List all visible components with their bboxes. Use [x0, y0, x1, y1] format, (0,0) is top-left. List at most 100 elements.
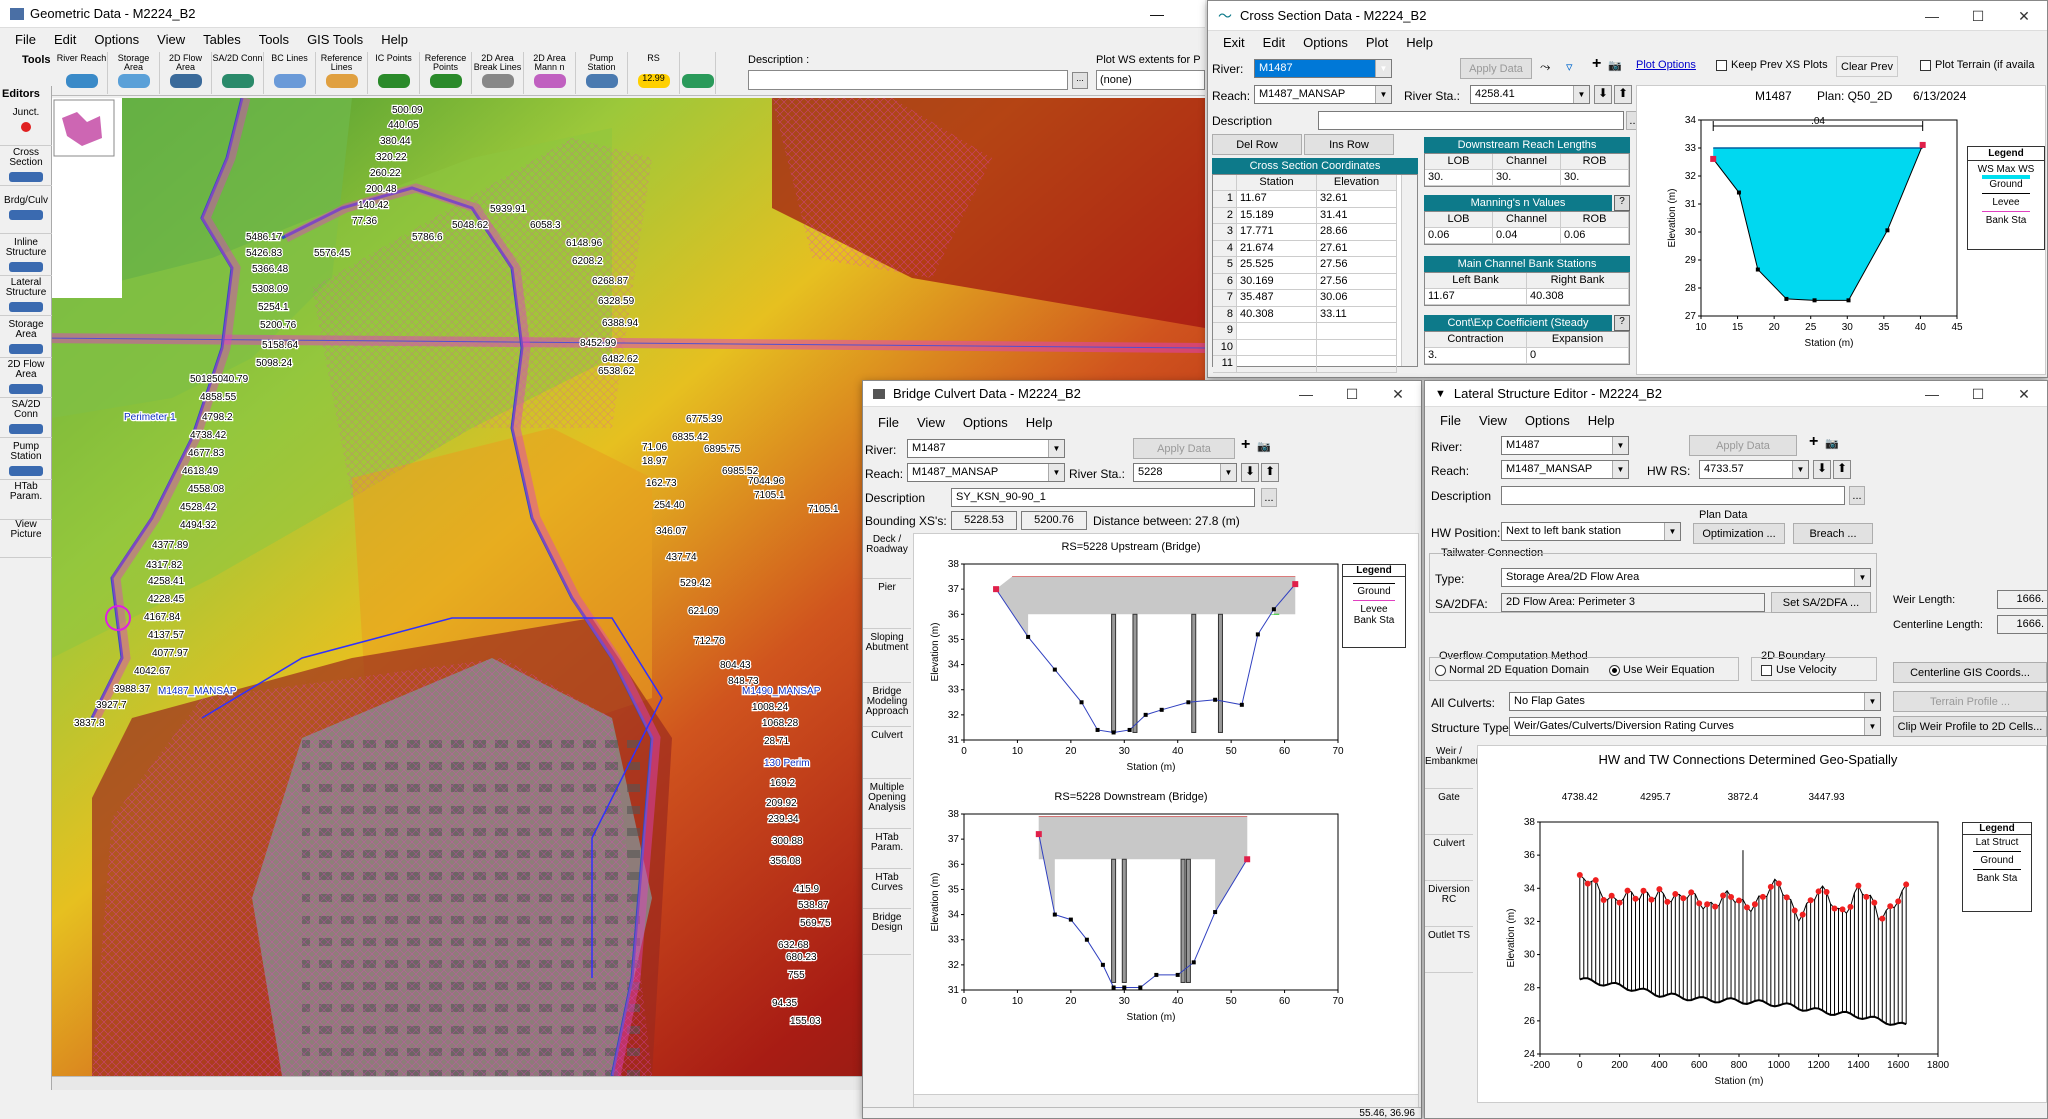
toolbar-btn-sa-2d-conn[interactable]: SA/2D Conn	[212, 52, 264, 94]
editor-junct[interactable]: Junct.	[0, 106, 52, 146]
elevation-cell[interactable]	[1317, 356, 1397, 373]
coords-vscroll[interactable]	[1401, 175, 1417, 366]
elevation-cell[interactable]: 28.66	[1317, 224, 1397, 241]
bridge-desc-input[interactable]: SY_KSN_90-90_1	[951, 488, 1255, 507]
toolbar-btn-reference-points[interactable]: Reference Points	[420, 52, 472, 94]
lat-desc-more-button[interactable]: ...	[1849, 486, 1865, 505]
station-cell[interactable]	[1237, 323, 1317, 340]
toolbar-btn-2d-area-mann-n-regions[interactable]: 2D Area Mann n Regions	[524, 52, 576, 94]
toolbar-btn-ic-points[interactable]: IC Points	[368, 52, 420, 94]
bridge-tool-bridge-design[interactable]: Bridge Design	[863, 911, 911, 955]
ds-lob-value[interactable]: 30.	[1425, 170, 1493, 186]
bridge-desc-more-button[interactable]: ...	[1261, 488, 1277, 507]
bridge-river-select[interactable]: M1487 ▼	[907, 439, 1065, 458]
editor-sa-2d-conn[interactable]: SA/2D Conn	[0, 398, 52, 438]
toolbar-btn-reference-lines[interactable]: Reference Lines	[316, 52, 368, 94]
close-icon[interactable]: ✕	[1375, 381, 1421, 407]
xs-menu-plot[interactable]: Plot	[1357, 35, 1397, 50]
plot-options-link[interactable]: Plot Options	[1636, 59, 1696, 71]
editor-2d-flow-area[interactable]: 2D Flow Area	[0, 358, 52, 398]
lat-tool-weir-embankment[interactable]: Weir / Embankment	[1425, 745, 1484, 789]
clear-prev-button[interactable]: Clear Prev	[1836, 56, 1898, 77]
toolbar-btn-river-reach[interactable]: River Reach	[56, 52, 108, 94]
menu-tools[interactable]: Tools	[250, 32, 298, 47]
toolbar-btn-storage-area[interactable]: Storage Area	[108, 52, 160, 94]
bridge-camera-icon[interactable]: 📷	[1257, 440, 1271, 453]
xs-up-arrow-icon[interactable]: ⬆	[1614, 85, 1632, 104]
bridge-reach-select[interactable]: M1487_MANSAP ▼	[907, 463, 1065, 482]
bridge-menu-help[interactable]: Help	[1017, 415, 1062, 430]
mann-table[interactable]: LOB Channel ROB 0.06 0.04 0.06	[1424, 211, 1630, 245]
plot-terrain-checkbox[interactable]: Plot Terrain (if availa	[1920, 59, 2034, 71]
xs-tool-icon-2[interactable]: ▿	[1566, 59, 1586, 77]
xs-down-arrow-icon[interactable]: ⬇	[1594, 85, 1612, 104]
station-cell[interactable]	[1237, 356, 1317, 373]
lat-down-arrow-icon[interactable]: ⬇	[1813, 460, 1831, 479]
bridge-add-icon[interactable]: +	[1241, 436, 1250, 454]
elevation-cell[interactable]: 27.61	[1317, 240, 1397, 257]
editor-lateral-structure[interactable]: Lateral Structure	[0, 276, 52, 316]
bridge-tool-bridge-modeling-approach[interactable]: Bridge Modeling Approach	[863, 685, 911, 727]
lat-menu-view[interactable]: View	[1470, 413, 1516, 428]
lat-tool-gate[interactable]: Gate	[1425, 791, 1473, 835]
centerline-gis-button[interactable]: Centerline GIS Coords...	[1893, 662, 2047, 683]
bridge-plot-hscroll[interactable]	[914, 1094, 1418, 1108]
xs-camera-icon[interactable]: 📷	[1608, 59, 1622, 72]
elevation-cell[interactable]: 27.56	[1317, 257, 1397, 274]
lat-apply-button[interactable]: Apply Data	[1689, 435, 1797, 456]
mann-channel-value[interactable]: 0.04	[1493, 228, 1561, 244]
xs-add-icon[interactable]: +	[1592, 55, 1601, 73]
coords-table[interactable]: Station Elevation 1 11.67 32.61 2 15.189 31.4…	[1212, 174, 1418, 373]
editor-view-picture[interactable]: View Picture	[0, 518, 52, 558]
toolbar-btn-2d-area-break-lines[interactable]: 2D Area Break Lines	[472, 52, 524, 94]
menu-tables[interactable]: Tables	[194, 32, 250, 47]
plot-terrain-check[interactable]	[1920, 59, 1931, 71]
lat-river-select[interactable]: M1487 ▼	[1501, 436, 1629, 455]
minimize-icon[interactable]: —	[1909, 381, 1955, 407]
use-weir-radio[interactable]: Use Weir Equation	[1609, 664, 1715, 676]
lat-menu-options[interactable]: Options	[1516, 413, 1579, 428]
menu-file[interactable]: File	[6, 32, 45, 47]
mann-rob-value[interactable]: 0.06	[1561, 228, 1629, 244]
lat-camera-icon[interactable]: 📷	[1825, 437, 1839, 450]
station-cell[interactable]: 30.169	[1237, 273, 1317, 290]
optimization-button[interactable]: Optimization ...	[1693, 523, 1785, 544]
bridge-tool-multiple-opening-analysis[interactable]: Multiple Opening Analysis	[863, 781, 911, 829]
minimize-icon[interactable]: —	[1283, 381, 1329, 407]
bridge-tool-pier[interactable]: Pier	[863, 581, 911, 629]
editor-pump-station[interactable]: Pump Station	[0, 440, 52, 480]
tw-type-select[interactable]: Storage Area/2D Flow Area ▼	[1501, 568, 1871, 587]
toolbar-btn-pump-station[interactable]: Pump Station	[576, 52, 628, 94]
bank-table[interactable]: Left Bank Right Bank 11.67 40.308	[1424, 272, 1630, 306]
description-input[interactable]	[748, 70, 1068, 90]
elevation-cell[interactable]: 30.06	[1317, 290, 1397, 307]
keep-prev-checkbox[interactable]: Keep Prev XS Plots	[1716, 59, 1828, 71]
bridge-menu-options[interactable]: Options	[954, 415, 1017, 430]
bridge-tool-sloping-abutment[interactable]: Sloping Abutment	[863, 631, 911, 683]
use-weir-radio-dot[interactable]	[1609, 664, 1620, 676]
xs-river-select[interactable]: M1487 ▼	[1254, 59, 1392, 78]
all-culverts-select[interactable]: No Flap Gates ▼	[1509, 692, 1881, 711]
use-velocity-check[interactable]	[1761, 664, 1772, 676]
lat-up-arrow-icon[interactable]: ⬆	[1833, 460, 1851, 479]
normal-2d-radio[interactable]: Normal 2D Equation Domain	[1435, 664, 1589, 676]
station-cell[interactable]: 15.189	[1237, 207, 1317, 224]
xs-desc-input[interactable]	[1318, 111, 1624, 130]
lat-tool-diversion-rc[interactable]: Diversion RC	[1425, 883, 1473, 927]
menu-gis-tools[interactable]: GIS Tools	[298, 32, 372, 47]
hw-rs-select[interactable]: 4733.57 ▼	[1699, 460, 1809, 479]
xs-river-sta-select[interactable]: 4258.41 ▼	[1470, 85, 1590, 104]
lat-tool-outlet-ts[interactable]: Outlet TS	[1425, 929, 1473, 973]
lat-add-icon[interactable]: +	[1809, 433, 1818, 451]
elevation-cell[interactable]: 32.61	[1317, 191, 1397, 208]
elevation-cell[interactable]	[1317, 323, 1397, 340]
normal-2d-radio-dot[interactable]	[1435, 664, 1446, 676]
bridge-down-arrow-icon[interactable]: ⬇	[1241, 463, 1259, 482]
ds-channel-value[interactable]: 30.	[1493, 170, 1561, 186]
minimize-button[interactable]: —	[1150, 6, 1164, 22]
bridge-tool-htab-param[interactable]: HTab Param.	[863, 831, 911, 869]
use-velocity-checkbox[interactable]: Use Velocity	[1761, 664, 1837, 676]
menu-help[interactable]: Help	[372, 32, 417, 47]
maximize-icon[interactable]: ☐	[1329, 381, 1375, 407]
cl-length-value[interactable]: 1666.	[1997, 615, 2047, 634]
